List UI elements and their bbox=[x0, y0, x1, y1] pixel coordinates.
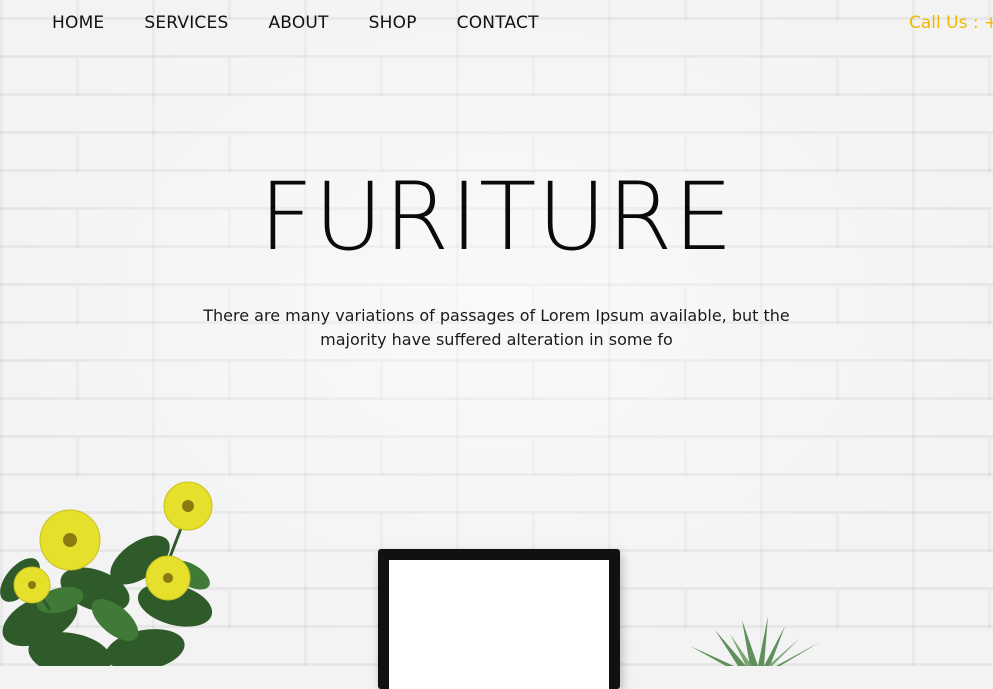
nav-about-link[interactable]: ABOUT bbox=[268, 10, 328, 36]
nav-home-link[interactable]: HOME bbox=[52, 10, 104, 36]
picture-frame bbox=[378, 549, 620, 689]
call-us-link[interactable]: Call Us : + bbox=[909, 10, 993, 36]
succulent-icon bbox=[690, 616, 820, 666]
picture-frame-canvas bbox=[389, 560, 609, 689]
hero-description: There are many variations of passages of… bbox=[203, 306, 790, 349]
nav-contact-link[interactable]: CONTACT bbox=[457, 10, 539, 36]
main-navigation: HOME SERVICES ABOUT SHOP CONTACT bbox=[52, 10, 579, 36]
flowering-plant-icon bbox=[0, 481, 213, 666]
nav-services-link[interactable]: SERVICES bbox=[144, 10, 228, 36]
hero-title: FURITURE bbox=[259, 163, 734, 272]
nav-shop-link[interactable]: SHOP bbox=[369, 10, 417, 36]
